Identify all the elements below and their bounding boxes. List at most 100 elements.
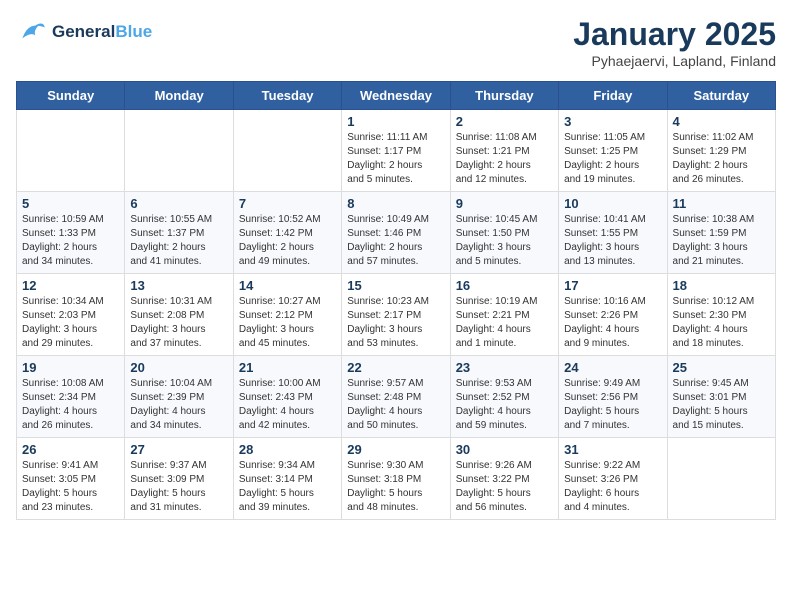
day-number: 29 [347, 442, 444, 457]
day-info: Sunrise: 10:59 AMSunset: 1:33 PMDaylight… [22, 213, 119, 269]
day-number: 23 [456, 360, 553, 375]
day-number: 7 [239, 196, 336, 211]
day-info: Sunrise: 10:31 AMSunset: 2:08 PMDaylight… [130, 295, 227, 351]
calendar-cell: 29 Sunrise: 9:30 AMSunset: 3:18 PMDayligh… [342, 438, 450, 520]
day-info: Sunrise: 10:23 AMSunset: 2:17 PMDaylight… [347, 295, 444, 351]
calendar-week-2: 5 Sunrise: 10:59 AMSunset: 1:33 PMDayligh… [17, 192, 776, 274]
calendar-header: SundayMondayTuesdayWednesdayThursdayFrid… [17, 82, 776, 110]
weekday-header-thursday: Thursday [450, 82, 558, 110]
day-info: Sunrise: 10:55 AMSunset: 1:37 PMDaylight… [130, 213, 227, 269]
day-number: 8 [347, 196, 444, 211]
calendar-cell: 3 Sunrise: 11:05 AMSunset: 1:25 PMDayligh… [559, 110, 667, 192]
weekday-header-row: SundayMondayTuesdayWednesdayThursdayFrid… [17, 82, 776, 110]
day-info: Sunrise: 10:38 AMSunset: 1:59 PMDaylight… [673, 213, 770, 269]
day-number: 10 [564, 196, 661, 211]
calendar-cell: 18Sunrise: 10:12 AMSunset: 2:30 PMDaylig… [667, 274, 775, 356]
day-info: Sunrise: 10:00 AMSunset: 2:43 PMDaylight… [239, 377, 336, 433]
day-info: Sunrise: 10:34 AMSunset: 2:03 PMDaylight… [22, 295, 119, 351]
title-block: January 2025 Pyhaejaervi, Lapland, Finla… [573, 16, 776, 69]
day-number: 1 [347, 114, 444, 129]
weekday-header-monday: Monday [125, 82, 233, 110]
calendar-cell: 27Sunrise: 9:37 AMSunset: 3:09 PMDayligh… [125, 438, 233, 520]
calendar-cell: 14 Sunrise: 10:27 AMSunset: 2:12 PMDaylig… [233, 274, 341, 356]
day-number: 14 [239, 278, 336, 293]
day-info: Sunrise: 10:41 AMSunset: 1:55 PMDaylight… [564, 213, 661, 269]
day-info: Sunrise: 9:53 AMSunset: 2:52 PMDaylight:… [456, 377, 553, 433]
day-info: Sunrise: 11:02 AMSunset: 1:29 PMDaylight… [673, 131, 770, 187]
calendar-cell: 25Sunrise: 9:45 AMSunset: 3:01 PMDayligh… [667, 356, 775, 438]
day-info: Sunrise: 10:08 AMSunset: 2:34 PMDaylight… [22, 377, 119, 433]
logo: GeneralBlue [16, 16, 152, 48]
day-number: 31 [564, 442, 661, 457]
day-number: 20 [130, 360, 227, 375]
day-number: 17 [564, 278, 661, 293]
calendar-cell: 5 Sunrise: 10:59 AMSunset: 1:33 PMDayligh… [17, 192, 125, 274]
calendar-week-5: 26Sunrise: 9:41 AMSunset: 3:05 PMDayligh… [17, 438, 776, 520]
page-header: GeneralBlue January 2025 Pyhaejaervi, La… [16, 16, 776, 69]
day-info: Sunrise: 9:41 AMSunset: 3:05 PMDaylight:… [22, 459, 119, 515]
calendar-subtitle: Pyhaejaervi, Lapland, Finland [573, 53, 776, 69]
day-number: 12 [22, 278, 119, 293]
day-info: Sunrise: 9:57 AMSunset: 2:48 PMDaylight:… [347, 377, 444, 433]
day-info: Sunrise: 9:49 AMSunset: 2:56 PMDaylight:… [564, 377, 661, 433]
calendar-week-4: 19 Sunrise: 10:08 AMSunset: 2:34 PMDaylig… [17, 356, 776, 438]
day-number: 21 [239, 360, 336, 375]
day-number: 6 [130, 196, 227, 211]
logo-text: GeneralBlue [52, 22, 152, 42]
calendar-cell: 30 Sunrise: 9:26 AMSunset: 3:22 PMDayligh… [450, 438, 558, 520]
weekday-header-wednesday: Wednesday [342, 82, 450, 110]
weekday-header-sunday: Sunday [17, 82, 125, 110]
calendar-cell: 21 Sunrise: 10:00 AMSunset: 2:43 PMDaylig… [233, 356, 341, 438]
calendar-cell: 11 Sunrise: 10:38 AMSunset: 1:59 PMDaylig… [667, 192, 775, 274]
day-info: Sunrise: 11:08 AMSunset: 1:21 PMDaylight… [456, 131, 553, 187]
day-info: Sunrise: 11:05 AMSunset: 1:25 PMDaylight… [564, 131, 661, 187]
calendar-cell: 28 Sunrise: 9:34 AMSunset: 3:14 PMDayligh… [233, 438, 341, 520]
day-info: Sunrise: 11:11 AMSunset: 1:17 PMDaylight… [347, 131, 444, 187]
day-info: Sunrise: 9:34 AMSunset: 3:14 PMDaylight:… [239, 459, 336, 515]
calendar-cell [17, 110, 125, 192]
day-info: Sunrise: 9:22 AMSunset: 3:26 PMDaylight:… [564, 459, 661, 515]
day-number: 30 [456, 442, 553, 457]
day-info: Sunrise: 9:45 AMSunset: 3:01 PMDaylight:… [673, 377, 770, 433]
calendar-cell: 2 Sunrise: 11:08 AMSunset: 1:21 PMDayligh… [450, 110, 558, 192]
calendar-cell: 10 Sunrise: 10:41 AMSunset: 1:55 PMDaylig… [559, 192, 667, 274]
calendar-body: 1 Sunrise: 11:11 AMSunset: 1:17 PMDayligh… [17, 110, 776, 520]
day-info: Sunrise: 10:19 AMSunset: 2:21 PMDaylight… [456, 295, 553, 351]
calendar-cell: 20 Sunrise: 10:04 AMSunset: 2:39 PMDaylig… [125, 356, 233, 438]
day-info: Sunrise: 10:45 AMSunset: 1:50 PMDaylight… [456, 213, 553, 269]
day-info: Sunrise: 10:04 AMSunset: 2:39 PMDaylight… [130, 377, 227, 433]
day-number: 15 [347, 278, 444, 293]
day-number: 11 [673, 196, 770, 211]
calendar-week-3: 12 Sunrise: 10:34 AMSunset: 2:03 PMDaylig… [17, 274, 776, 356]
calendar-cell: 22 Sunrise: 9:57 AMSunset: 2:48 PMDayligh… [342, 356, 450, 438]
calendar-cell: 19 Sunrise: 10:08 AMSunset: 2:34 PMDaylig… [17, 356, 125, 438]
day-number: 19 [22, 360, 119, 375]
day-number: 18 [673, 278, 770, 293]
day-info: Sunrise: 9:37 AMSunset: 3:09 PMDaylight:… [130, 459, 227, 515]
day-number: 3 [564, 114, 661, 129]
calendar-cell: 13Sunrise: 10:31 AMSunset: 2:08 PMDaylig… [125, 274, 233, 356]
day-number: 28 [239, 442, 336, 457]
day-info: Sunrise: 10:16 AMSunset: 2:26 PMDaylight… [564, 295, 661, 351]
calendar-cell: 31 Sunrise: 9:22 AMSunset: 3:26 PMDayligh… [559, 438, 667, 520]
day-info: Sunrise: 10:49 AMSunset: 1:46 PMDaylight… [347, 213, 444, 269]
calendar-title: January 2025 [573, 16, 776, 53]
day-info: Sunrise: 10:52 AMSunset: 1:42 PMDaylight… [239, 213, 336, 269]
calendar-cell: 17 Sunrise: 10:16 AMSunset: 2:26 PMDaylig… [559, 274, 667, 356]
day-number: 22 [347, 360, 444, 375]
calendar-cell: 24 Sunrise: 9:49 AMSunset: 2:56 PMDayligh… [559, 356, 667, 438]
day-info: Sunrise: 9:26 AMSunset: 3:22 PMDaylight:… [456, 459, 553, 515]
day-info: Sunrise: 10:27 AMSunset: 2:12 PMDaylight… [239, 295, 336, 351]
calendar-cell: 15 Sunrise: 10:23 AMSunset: 2:17 PMDaylig… [342, 274, 450, 356]
day-info: Sunrise: 9:30 AMSunset: 3:18 PMDaylight:… [347, 459, 444, 515]
day-number: 24 [564, 360, 661, 375]
calendar-cell [125, 110, 233, 192]
calendar-cell [233, 110, 341, 192]
calendar-cell: 16Sunrise: 10:19 AMSunset: 2:21 PMDaylig… [450, 274, 558, 356]
weekday-header-saturday: Saturday [667, 82, 775, 110]
day-number: 9 [456, 196, 553, 211]
day-number: 2 [456, 114, 553, 129]
day-number: 5 [22, 196, 119, 211]
calendar-cell: 12 Sunrise: 10:34 AMSunset: 2:03 PMDaylig… [17, 274, 125, 356]
calendar-cell: 7 Sunrise: 10:52 AMSunset: 1:42 PMDayligh… [233, 192, 341, 274]
